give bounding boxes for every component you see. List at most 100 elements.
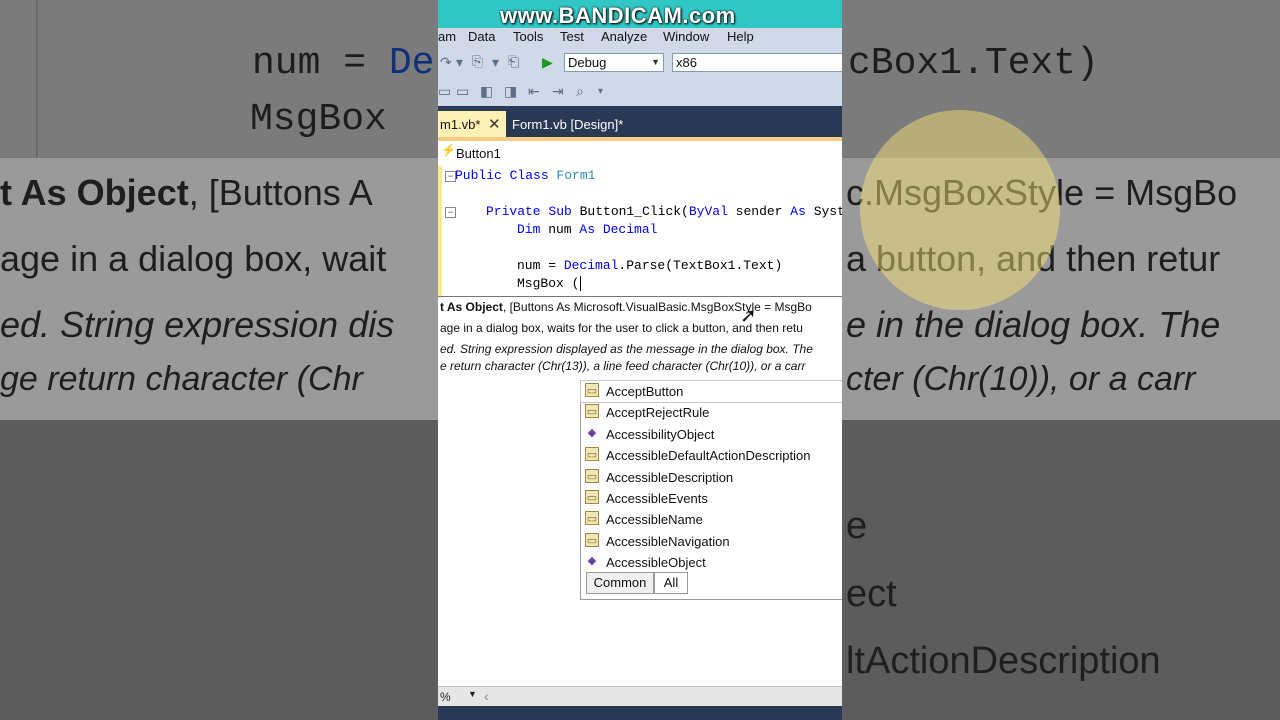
list-item-label: AccessibleDefaultActionDescription (606, 448, 811, 463)
parameter-info-tooltip: t As Object, [Buttons As Microsoft.Visua… (438, 296, 842, 380)
keyword: Dim (517, 222, 541, 237)
property-icon: ▭ (585, 404, 599, 418)
type-name: Decimal (563, 258, 619, 273)
solution-configuration-select[interactable]: Debug ▼ (564, 53, 664, 72)
keyword: As (790, 204, 806, 219)
property-icon: ▭ (585, 533, 599, 547)
menu-bar: am Data Tools Test Analyze Window Help (438, 28, 842, 48)
start-debugging-icon[interactable]: ▶ (542, 54, 553, 71)
background-gutter (36, 0, 38, 160)
editor-status-bar: % ▼ ‹ (438, 686, 842, 707)
list-item[interactable]: ◆ AccessibilityObject (581, 424, 842, 445)
background-list-item-1: e (846, 505, 868, 547)
list-item[interactable]: ▭ AccessibleName (581, 509, 842, 530)
list-item-label: AccessibleEvents (606, 491, 708, 506)
platform-value: x86 (676, 55, 697, 70)
parameter: sender (727, 204, 791, 219)
ide-window: www.BANDICAM.com am Data Tools Test Anal… (438, 0, 842, 720)
completion-tab-all[interactable]: All (654, 572, 688, 594)
menu-item-tools[interactable]: Tools (513, 29, 543, 44)
completion-list: ▭ AcceptButton ▭ AcceptRejectRule ◆ Accessi… (580, 380, 842, 600)
comment-icon[interactable]: ▭ (438, 83, 451, 100)
zoom-select[interactable]: % (440, 690, 451, 704)
collapse-toggle-icon[interactable]: − (445, 207, 456, 218)
class-name: Form1 (548, 168, 596, 183)
menu-item-analyze[interactable]: Analyze (601, 29, 647, 44)
list-item[interactable]: ▭ AccessibleNavigation (581, 531, 842, 552)
list-item-label: AccessibilityObject (606, 427, 715, 442)
tooltip-signature-current: t As Object (440, 300, 503, 314)
bg-tip1-bold: t As Object (0, 172, 189, 213)
background-list-item-3: ltActionDescription (846, 640, 1161, 682)
background-tip-line-4-tail: cter (Chr(10)), or a carr (846, 360, 1196, 398)
toolbar-overflow-icon[interactable]: ▾ (598, 86, 603, 97)
indent-icon[interactable]: ⇥ (552, 83, 564, 100)
window-bottom-edge (438, 706, 842, 720)
background-tip-line-4: ge return character (Chr (0, 360, 363, 398)
list-item[interactable]: ▭ AcceptRejectRule (581, 402, 842, 423)
variable: num (540, 222, 580, 237)
list-item[interactable]: ▭ AcceptButton (580, 380, 842, 403)
background-code-line-2: MsgBox (250, 98, 387, 141)
scroll-left-icon[interactable]: ‹ (484, 688, 489, 704)
redo-icon[interactable]: ↷ (440, 54, 452, 71)
list-item-label: AccessibleNavigation (606, 534, 730, 549)
background-tip-line-3: ed. String expression dis (0, 304, 395, 345)
bg-code1-frag: De (388, 42, 435, 85)
method-icon: ◆ (587, 427, 597, 439)
list-item-label: AccessibleObject (606, 555, 706, 570)
method-name: Button1_Click( (571, 204, 689, 219)
find-icon[interactable]: ⌕ (576, 83, 584, 100)
expression: .Parse(TextBox1.Text) (618, 258, 783, 273)
next-bookmark-icon[interactable]: ◨ (504, 83, 517, 100)
type-name: Decimal (595, 222, 658, 237)
code-line-3: Dim num As Decimal (517, 222, 657, 237)
change-indicator-margin (438, 166, 442, 298)
watermark-text: www.BANDICAM.com (500, 3, 736, 28)
list-item[interactable]: ▭ AccessibleEvents (581, 488, 842, 509)
object-dropdown[interactable]: Button1 (456, 146, 501, 161)
solution-platform-select[interactable]: x86 (672, 53, 842, 72)
property-icon: ▭ (585, 447, 599, 461)
list-item[interactable]: ▭ AccessibleDescription (581, 467, 842, 488)
background-tip-line-1: t As Object, [Buttons A (0, 172, 373, 214)
code-line-4: num = Decimal.Parse(TextBox1.Text) (517, 258, 782, 273)
list-item-label: AccessibleName (606, 512, 703, 527)
tab-form1-design[interactable]: Form1.vb [Design]* (512, 117, 623, 132)
menu-item-help[interactable]: Help (727, 29, 754, 44)
code-line-5: MsgBox ( (517, 276, 582, 291)
outdent-icon[interactable]: ⇤ (528, 83, 540, 100)
menu-item-test[interactable]: Test (560, 29, 584, 44)
list-item[interactable]: ▭ AccessibleDefaultActionDescription (581, 445, 842, 466)
menu-item-data[interactable]: Data (468, 29, 495, 44)
redo-dropdown-icon[interactable]: ▾ (456, 54, 463, 71)
previous-bookmark-icon[interactable]: ◧ (480, 83, 493, 100)
navigation-bar: ⚡ Button1 (438, 141, 842, 167)
bg-code1-name: num = (252, 42, 389, 85)
variable: num = (517, 258, 564, 273)
uncomment-icon[interactable]: ▭ (456, 83, 469, 100)
tab-form1-vb-label: m1.vb* (440, 117, 481, 132)
code-line-2: Private Sub Button1_Click(ByVal sender A… (486, 204, 842, 219)
text-editor-toolbar: ▭ ▭ ◧ ◨ ⇤ ⇥ ⌕ ▾ (438, 78, 842, 106)
tooltip-param-description-2: e return character (Chr(13)), a line fee… (440, 359, 806, 373)
deploy-icon[interactable]: ⎗ (508, 53, 519, 70)
navigate-dropdown-icon[interactable]: ▾ (492, 54, 499, 71)
event-icon: ⚡ (441, 143, 456, 157)
background-tip-line-2: age in a dialog box, wait (0, 238, 387, 279)
list-item-label: AcceptRejectRule (606, 405, 710, 420)
background-list-item-2: ect (846, 573, 897, 615)
property-icon: ▭ (585, 511, 599, 525)
list-item[interactable]: ◆ AccessibleObject (581, 552, 842, 573)
menu-item-team[interactable]: am (438, 29, 456, 44)
close-icon[interactable]: ✕ (488, 115, 501, 133)
recorder-watermark: www.BANDICAM.com (438, 0, 842, 28)
chevron-down-icon[interactable]: ▼ (468, 689, 477, 699)
text-caret (580, 276, 582, 291)
completion-tab-common[interactable]: Common (586, 572, 654, 594)
menu-item-window[interactable]: Window (663, 29, 709, 44)
background-code-line-1-tail: cBox1.Text) (848, 42, 1099, 85)
navigate-icon[interactable]: ⎘ (472, 53, 483, 70)
tab-form1-vb[interactable]: m1.vb* ✕ (438, 111, 506, 138)
keyword: As (579, 222, 596, 237)
